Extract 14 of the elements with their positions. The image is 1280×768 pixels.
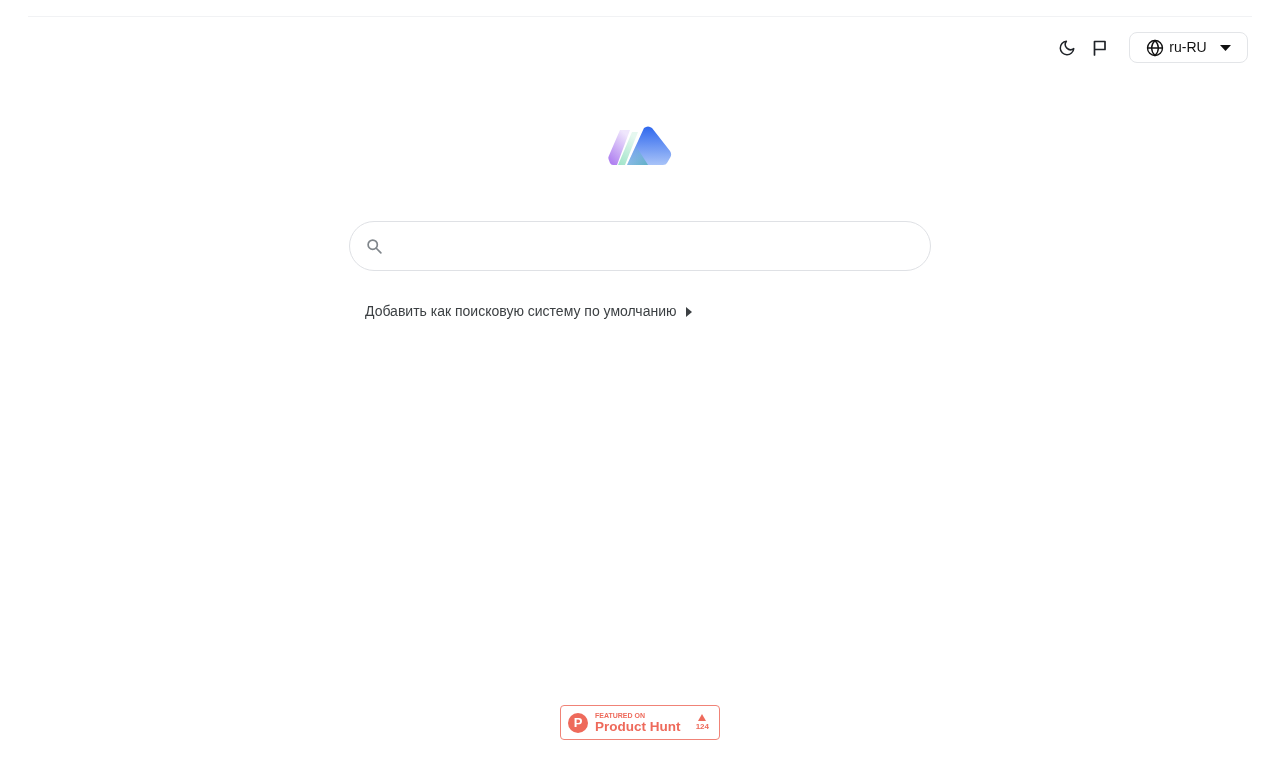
flag-icon[interactable] (1093, 39, 1108, 56)
vote-count: 124 (695, 723, 709, 731)
caret-down-icon (1219, 44, 1231, 51)
search-field[interactable] (349, 221, 931, 271)
language-selector[interactable]: ru-RU (1129, 32, 1248, 63)
moon-icon[interactable] (1058, 38, 1076, 57)
letter-logo: P (568, 712, 588, 733)
globe-icon (1146, 38, 1165, 57)
default-search-link[interactable]: Добавить как поисковую систему по умолчанию (365, 301, 692, 322)
search-icon (366, 237, 383, 255)
badge-title: Product Hunt (595, 719, 681, 734)
logo-icon (608, 126, 672, 166)
caret-right-icon (685, 306, 692, 317)
upvote-triangle-icon (698, 714, 707, 721)
